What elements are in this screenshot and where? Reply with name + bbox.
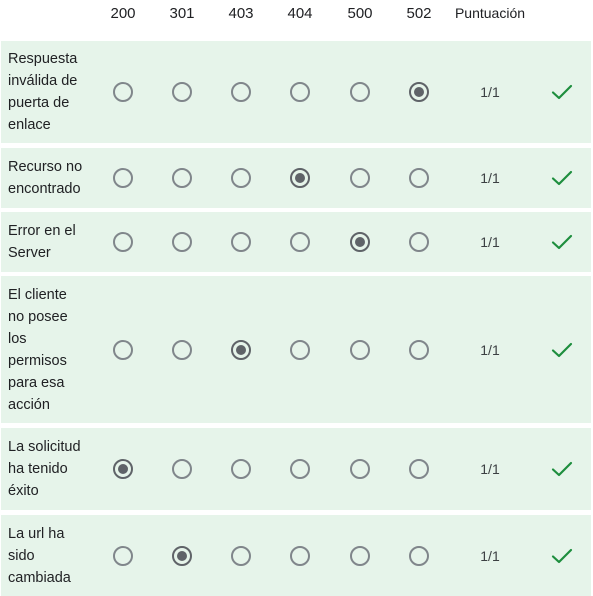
radio-option-502[interactable] bbox=[409, 545, 429, 566]
radio-option-404[interactable] bbox=[290, 459, 310, 479]
radio-option-502[interactable] bbox=[409, 82, 429, 102]
radio-option-301[interactable] bbox=[172, 545, 192, 566]
row-score: 1/1 bbox=[480, 461, 500, 477]
checkmark-icon bbox=[551, 342, 573, 357]
radio-option-500[interactable] bbox=[350, 168, 370, 188]
grid-row: Error en el Server 1/1 bbox=[1, 212, 591, 272]
radio-option-404[interactable] bbox=[290, 168, 310, 188]
radio-option-301[interactable] bbox=[172, 339, 192, 360]
radio-option-502[interactable] bbox=[409, 168, 429, 188]
radio-option-403[interactable] bbox=[231, 168, 251, 188]
radio-option-200[interactable] bbox=[113, 82, 133, 102]
radio-option-502[interactable] bbox=[409, 232, 429, 252]
radio-option-200[interactable] bbox=[113, 459, 133, 479]
row-label: Respuesta inválida de puerta de enlace bbox=[8, 51, 78, 133]
radio-option-404[interactable] bbox=[290, 82, 310, 102]
radio-option-403[interactable] bbox=[231, 459, 251, 479]
radio-option-301[interactable] bbox=[172, 232, 192, 252]
radio-option-403[interactable] bbox=[231, 82, 251, 102]
grid-row: El cliente no posee los permisos para es… bbox=[1, 276, 591, 423]
grid-header: 200 301 403 404 500 502 Puntuación bbox=[0, 0, 593, 30]
checkmark-icon bbox=[551, 548, 573, 563]
row-score: 1/1 bbox=[480, 84, 500, 100]
checkmark-icon bbox=[551, 170, 573, 186]
radio-option-404[interactable] bbox=[290, 339, 310, 360]
radio-option-500[interactable] bbox=[350, 459, 370, 479]
radio-option-301[interactable] bbox=[172, 459, 192, 479]
radio-option-301[interactable] bbox=[172, 82, 192, 102]
radio-option-301[interactable] bbox=[172, 168, 192, 188]
radio-option-404[interactable] bbox=[290, 232, 310, 252]
checkmark-icon bbox=[551, 84, 573, 100]
column-header-200: 200 bbox=[110, 5, 136, 22]
radio-option-502[interactable] bbox=[409, 339, 429, 360]
column-header-301: 301 bbox=[169, 5, 195, 22]
column-header-403: 403 bbox=[228, 5, 254, 22]
score-header: Puntuación bbox=[454, 5, 526, 21]
radio-option-403[interactable] bbox=[231, 545, 251, 566]
grid-row: La url ha sido cambiada 1/1 bbox=[1, 515, 591, 596]
grid-row: Respuesta inválida de puerta de enlace 1/… bbox=[1, 41, 591, 143]
row-score: 1/1 bbox=[480, 341, 500, 358]
row-label: Recurso no encontrado bbox=[8, 159, 83, 197]
radio-option-403[interactable] bbox=[231, 339, 251, 360]
radio-option-500[interactable] bbox=[350, 545, 370, 566]
radio-option-500[interactable] bbox=[350, 339, 370, 360]
radio-option-200[interactable] bbox=[113, 168, 133, 188]
column-header-404: 404 bbox=[287, 5, 313, 22]
row-label: Error en el Server bbox=[8, 223, 76, 261]
radio-option-200[interactable] bbox=[113, 545, 133, 566]
row-label: El cliente no posee los permisos para es… bbox=[8, 287, 68, 413]
checkmark-icon bbox=[551, 461, 573, 477]
column-header-502: 502 bbox=[406, 5, 432, 22]
radio-option-200[interactable] bbox=[113, 232, 133, 252]
radio-option-500[interactable] bbox=[350, 82, 370, 102]
column-header-500: 500 bbox=[347, 5, 373, 22]
row-score: 1/1 bbox=[480, 547, 500, 564]
radio-option-500[interactable] bbox=[350, 232, 370, 252]
row-label: La url ha sido cambiada bbox=[8, 526, 71, 586]
radio-option-200[interactable] bbox=[113, 339, 133, 360]
radio-option-403[interactable] bbox=[231, 232, 251, 252]
row-label: La solicitud ha tenido éxito bbox=[8, 439, 81, 499]
row-score: 1/1 bbox=[480, 170, 500, 186]
checkmark-icon bbox=[551, 234, 573, 250]
row-score: 1/1 bbox=[480, 234, 500, 250]
grid-row: La solicitud ha tenido éxito 1/1 bbox=[1, 428, 591, 510]
radio-option-502[interactable] bbox=[409, 459, 429, 479]
grid-row: Recurso no encontrado 1/1 bbox=[1, 148, 591, 208]
radio-option-404[interactable] bbox=[290, 545, 310, 566]
